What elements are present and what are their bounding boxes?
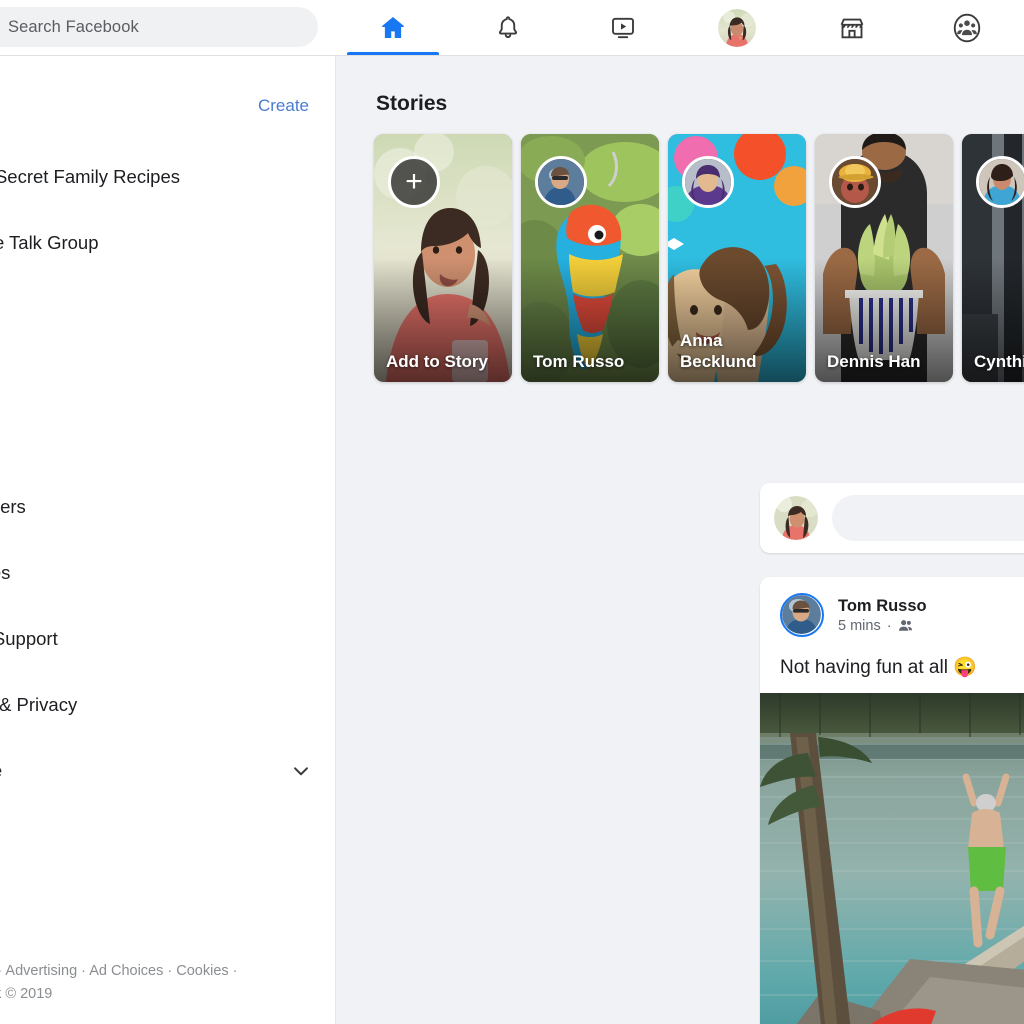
nav-item-profile[interactable] xyxy=(680,0,795,55)
sidebar-item-label: Table Talk Group xyxy=(0,232,99,253)
post-body-text: Not having fun at all 😜 xyxy=(780,657,977,678)
post-timestamp-row: 5 mins · xyxy=(838,618,927,634)
story-author-avatar xyxy=(829,156,881,208)
sidebar-item-label: draisers xyxy=(0,496,26,517)
story-card-add-to-story[interactable]: + Add to Story xyxy=(374,134,512,382)
home-icon xyxy=(378,13,408,43)
sidebar-item-settings-privacy[interactable]: ings & Privacy xyxy=(0,672,335,738)
story-label: Dennis Han xyxy=(827,351,921,371)
sidebar-item-gaming[interactable]: ning xyxy=(0,408,335,474)
post-meta: Tom Russo 5 mins · xyxy=(838,597,927,634)
groups-icon xyxy=(951,12,983,44)
sidebar-item-family-recipes[interactable]: -So-Secret Family Recipes xyxy=(0,144,335,210)
footer-copyright: ook © 2019 xyxy=(0,985,53,1002)
sidebar-item-events[interactable]: nts xyxy=(0,276,335,342)
sidebar-item-label: -So-Secret Family Recipes xyxy=(0,166,181,187)
sidebar-footer: ns · Advertising · Ad Choices · Cookies … xyxy=(0,960,335,1006)
facebook-page: Search Facebook Create ecret Family Reci… xyxy=(0,0,1024,1024)
left-sidebar: Create -So-Secret Family Recipes Table T… xyxy=(0,56,336,1024)
add-post-input[interactable]: Add a post xyxy=(832,495,1024,541)
post-composer: Add a post xyxy=(760,483,1024,553)
story-author-avatar xyxy=(682,156,734,208)
sidebar-item-label: More xyxy=(0,760,2,782)
top-navigation-bar: Search Facebook xyxy=(0,0,1024,56)
search-container: Search Facebook xyxy=(0,7,318,47)
story-author-avatar xyxy=(976,156,1024,208)
sidebar-item-label: nories xyxy=(0,562,11,583)
post-time: 5 mins xyxy=(838,617,881,634)
story-card-tom-russo[interactable]: Tom Russo xyxy=(521,134,659,382)
post-author-avatar[interactable] xyxy=(780,593,824,637)
story-card-cynthia-lopez[interactable]: Cynthia Lopez xyxy=(962,134,1024,382)
sidebar-menu: -So-Secret Family Recipes Table Talk Gro… xyxy=(0,144,335,804)
sidebar-item-label: p & Support xyxy=(0,628,58,649)
sidebar-item-label: ings & Privacy xyxy=(0,694,78,715)
nav-item-marketplace[interactable] xyxy=(795,0,910,55)
sidebar-item-table-talk-group[interactable]: Table Talk Group xyxy=(0,210,335,276)
add-story-button[interactable]: + xyxy=(388,156,440,208)
dot-separator: · xyxy=(886,617,892,634)
profile-avatar xyxy=(718,8,757,47)
post-author-name[interactable]: Tom Russo xyxy=(838,597,927,616)
post-image[interactable] xyxy=(760,693,1024,1024)
store-icon xyxy=(837,13,867,43)
story-card-dennis-han[interactable]: Dennis Han xyxy=(815,134,953,382)
search-input[interactable]: Search Facebook xyxy=(0,7,318,47)
story-label: Add to Story xyxy=(386,351,488,371)
story-label: Anna Becklund xyxy=(680,330,757,371)
create-link[interactable]: Create xyxy=(258,96,309,116)
composer-avatar xyxy=(774,496,818,540)
feed-post: Tom Russo 5 mins · Not having fun at all… xyxy=(760,577,1024,1024)
main-feed: Stories + Add to Story Tom Russo Anna Be… xyxy=(336,56,1024,1024)
post-header: Tom Russo 5 mins · xyxy=(760,577,1024,645)
story-label: Cynthia Lopez xyxy=(974,351,1024,371)
stories-carousel: + Add to Story Tom Russo Anna Becklund D… xyxy=(374,134,1024,382)
friends-icon[interactable] xyxy=(898,618,913,633)
story-author-avatar xyxy=(535,156,587,208)
sidebar-item-help-support[interactable]: p & Support xyxy=(0,606,335,672)
video-icon xyxy=(608,13,638,43)
footer-links[interactable]: ns · Advertising · Ad Choices · Cookies … xyxy=(0,960,335,983)
chevron-down-icon xyxy=(288,758,314,784)
stories-heading: Stories xyxy=(376,92,448,115)
sidebar-item-fundraisers[interactable]: draisers xyxy=(0,474,335,540)
nav-item-groups[interactable] xyxy=(909,0,1024,55)
nav-item-watch[interactable] xyxy=(565,0,680,55)
nav-icon-group xyxy=(336,0,1024,55)
nav-item-home[interactable] xyxy=(336,0,451,55)
story-label: Tom Russo xyxy=(533,351,625,371)
sidebar-item-saved[interactable]: ed xyxy=(0,342,335,408)
sidebar-item-memories[interactable]: nories xyxy=(0,540,335,606)
bell-icon xyxy=(493,13,523,43)
sidebar-item-see-more[interactable]: More xyxy=(0,738,335,804)
nav-item-notifications[interactable] xyxy=(451,0,566,55)
active-tab-indicator xyxy=(347,52,440,55)
story-card-anna-becklund[interactable]: Anna Becklund xyxy=(668,134,806,382)
